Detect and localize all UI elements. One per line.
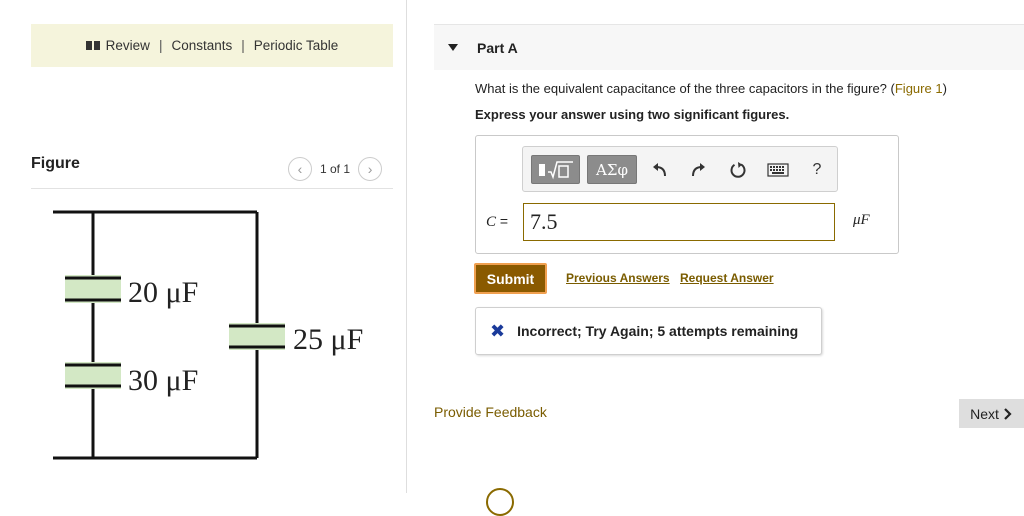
pager-text: 1 of 1 [320,162,351,176]
circuit-wires [53,210,259,460]
resources-bar: Review | Constants | Periodic Table [31,24,393,67]
answer-input[interactable]: 7.5 [523,203,835,241]
separator: | [241,38,245,53]
figure-link[interactable]: Figure 1 [895,81,943,96]
column-divider [406,0,407,493]
feedback-message: ✖ Incorrect; Try Again; 5 attempts remai… [475,307,822,355]
undo-button[interactable] [647,157,673,183]
separator: | [158,38,163,53]
provide-feedback-link[interactable]: Provide Feedback [434,404,547,420]
next-button[interactable]: Next [959,399,1024,428]
instruction-text: Express your answer using two significan… [475,107,790,122]
capacitor-label: 30 μF [128,364,198,397]
request-answer-link[interactable]: Request Answer [680,271,774,285]
keyboard-icon [767,163,789,177]
part-title: Part A [477,39,518,56]
reset-icon [730,162,746,178]
templates-icon [538,160,573,179]
constants-link[interactable]: Constants [171,38,232,53]
question-body: What is the equivalent capacitance of th… [475,81,895,96]
variable-label: C = [486,213,508,231]
caret-down-icon [448,44,458,51]
undo-icon [653,163,666,177]
submit-button[interactable]: Submit [474,263,547,294]
variable-name: C [486,214,497,230]
capacitor-label: 20 μF [128,276,198,309]
review-link[interactable]: Review [106,38,150,53]
question-end: ) [942,81,947,96]
unit-label: μF [853,212,870,228]
equals-sign: = [499,213,509,229]
chevron-right-icon: › [367,161,373,177]
redo-icon [692,163,705,177]
figure-heading: Figure [31,155,80,172]
templates-button[interactable] [531,155,580,184]
periodic-table-link[interactable]: Periodic Table [254,38,339,53]
chevron-right-icon [1004,407,1012,420]
part-header[interactable]: Part A [434,24,1024,70]
incorrect-x-icon: ✖ [490,320,506,341]
greek-symbols-button[interactable]: ΑΣφ [587,155,637,184]
capacitor-25uf [229,323,285,350]
figure-divider [31,188,393,189]
circuit-diagram: 20 μF 30 μF 25 μF [53,210,363,460]
math-toolbar: ΑΣφ ? [522,146,838,192]
prev-figure-button[interactable]: ‹ [288,157,312,181]
partial-circle [486,488,514,516]
book-icon [85,41,100,50]
capacitor-20uf [65,275,121,303]
next-label: Next [970,405,999,422]
previous-answers-link[interactable]: Previous Answers [566,271,670,285]
next-figure-button[interactable]: › [358,157,383,181]
figure-pager: ‹ 1 of 1 › [288,157,383,181]
chevron-left-icon: ‹ [297,161,303,177]
feedback-text: Incorrect; Try Again; 5 attempts remaini… [517,323,799,339]
reset-button[interactable] [725,157,751,183]
redo-button[interactable] [685,157,711,183]
help-icon[interactable]: ? [804,157,830,183]
capacitor-30uf [65,362,121,389]
capacitor-label: 25 μF [293,323,363,356]
keyboard-button[interactable] [763,157,793,183]
question-text: What is the equivalent capacitance of th… [475,81,947,96]
